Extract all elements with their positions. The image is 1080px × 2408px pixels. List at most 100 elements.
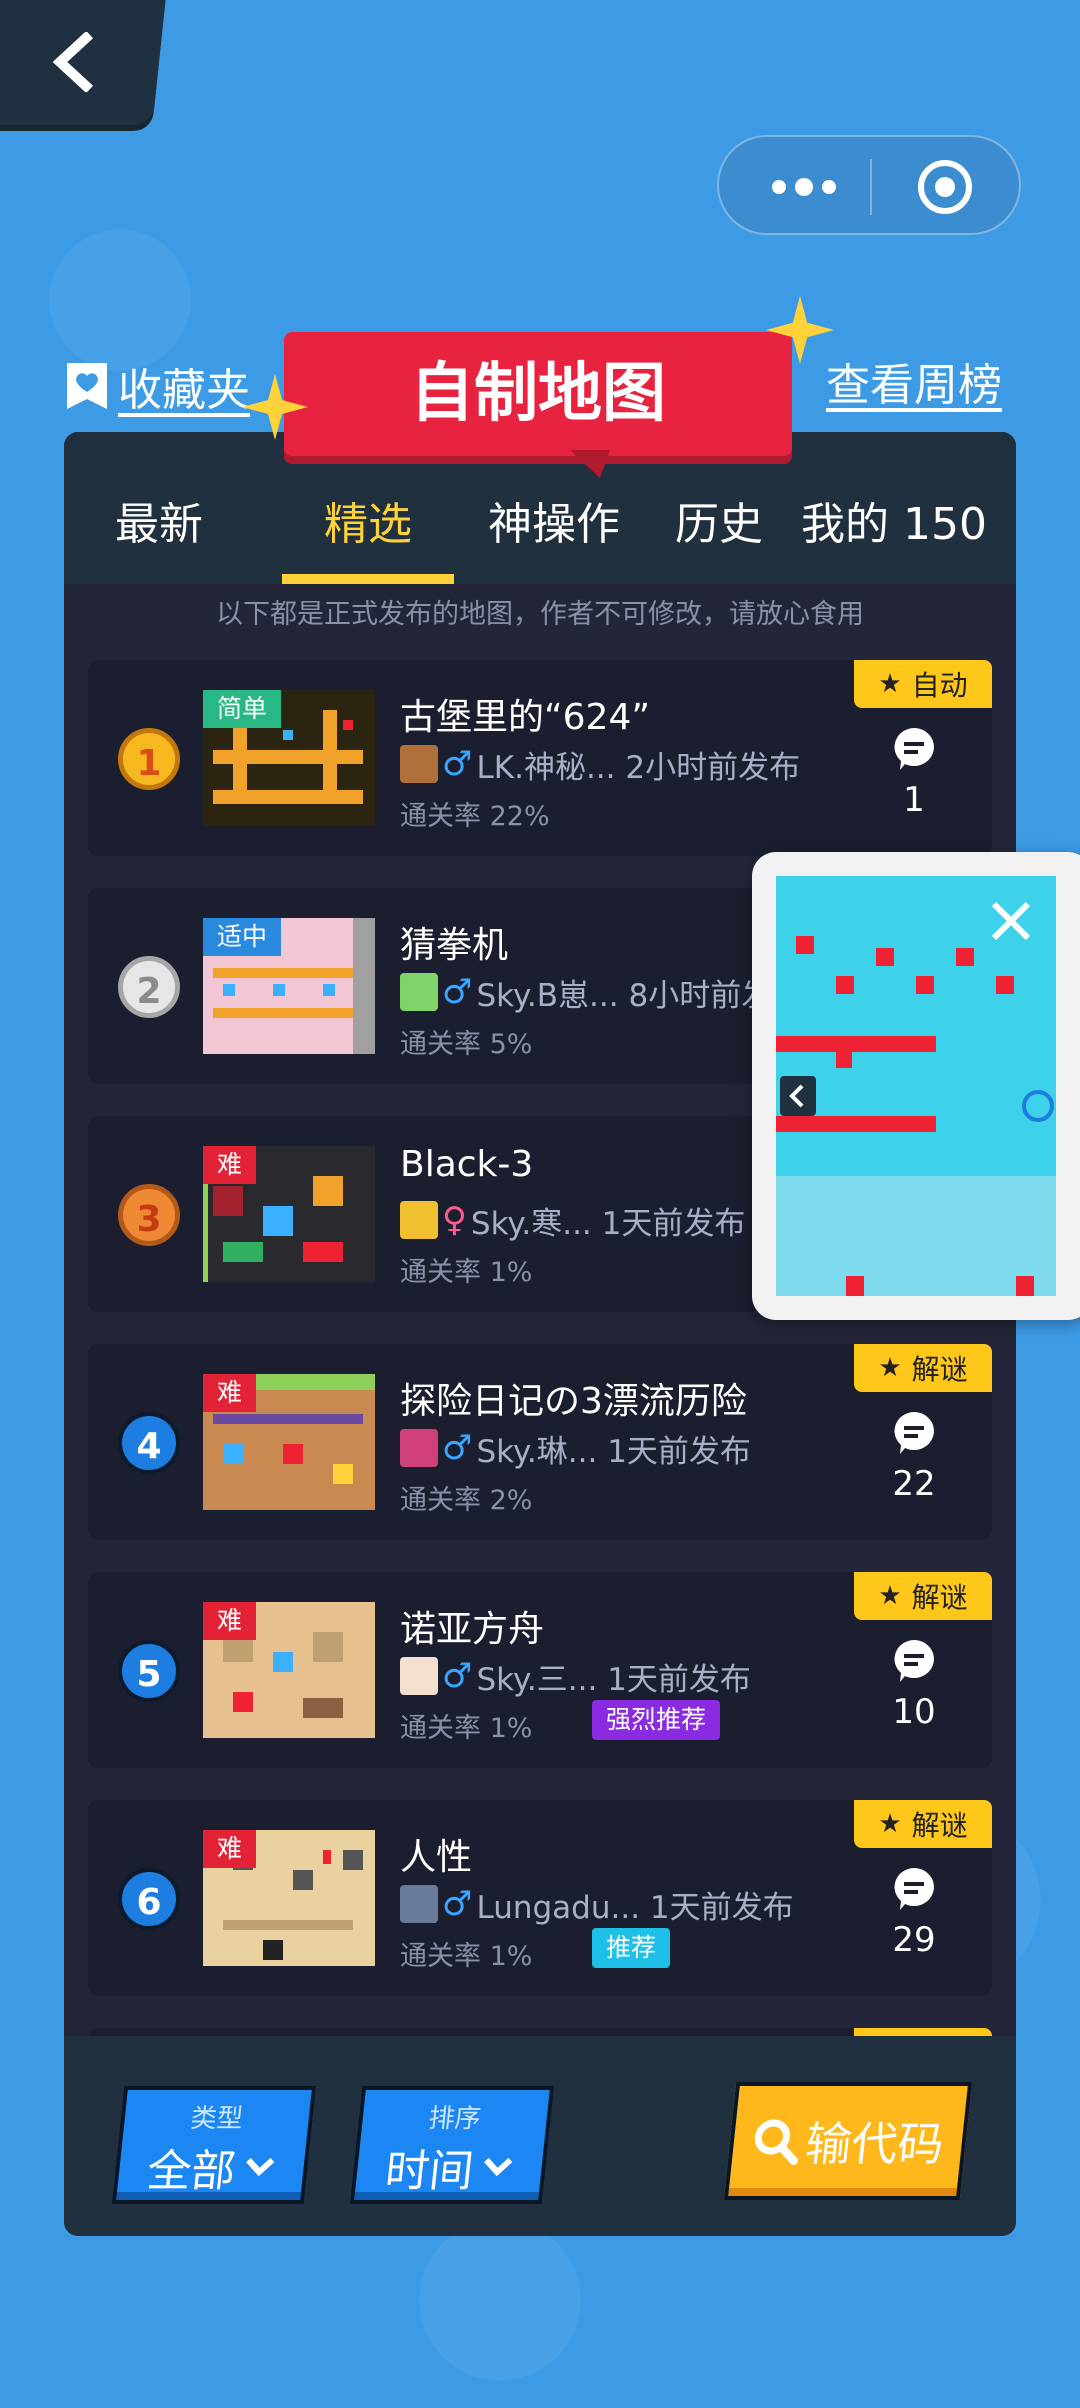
target-circle-icon[interactable] (915, 157, 975, 217)
type-filter-value: 全部 (144, 2146, 238, 2197)
author-info: LK.神秘... 2小时前发布 (476, 749, 801, 786)
map-title: 古堡里的“624” (400, 697, 651, 738)
star-icon: ★ (878, 1353, 902, 1383)
author-row: ♀ Sky.寒... 1天前发布 (400, 1198, 745, 1242)
enter-code-label: 输代码 (802, 2117, 947, 2171)
list-item[interactable]: 1 简单 古堡里的“624” ♂ LK.神秘... 2小时前发布 通关率 22%… (88, 660, 992, 856)
active-tab-indicator (282, 574, 454, 584)
rank-badge: 3 (118, 1184, 180, 1246)
close-icon[interactable] (986, 896, 1036, 946)
recommend-badge: 推荐 (592, 1928, 671, 1968)
male-icon: ♂ (442, 972, 473, 1012)
author-info: Sky.琳... 1天前发布 (476, 1433, 751, 1470)
map-title: 猜拳机 (400, 925, 509, 966)
preview-collapse-button[interactable] (780, 1076, 816, 1116)
rank-badge: 6 (118, 1868, 180, 1930)
author-info: Sky.寒... 1天前发布 (470, 1205, 746, 1242)
star-decoration-icon (766, 296, 834, 364)
chevron-down-icon (484, 2157, 513, 2177)
favorites-link[interactable]: 收藏夹 (64, 356, 250, 416)
recommend-badge: 强烈推荐 (592, 1700, 721, 1740)
male-icon: ♂ (442, 1428, 473, 1468)
male-icon: ♂ (442, 744, 473, 784)
notice-text: 以下都是正式发布的地图，作者不可修改，请放心食用 (216, 599, 864, 630)
tab-mine[interactable]: 我的 150 (784, 490, 1004, 560)
chevron-left-icon[interactable] (48, 32, 96, 92)
clear-rate: 通关率 5% (400, 1029, 533, 1060)
map-title: Black-3 (400, 1144, 534, 1185)
type-filter-button[interactable]: 类型 全部 (111, 2086, 317, 2204)
comment-count: 1 (903, 780, 925, 820)
clear-rate: 通关率 1% (400, 1941, 533, 1972)
heart-bookmark-icon (67, 363, 107, 409)
comment-bubble-icon[interactable] (892, 1866, 936, 1912)
sort-button[interactable]: 排序 时间 (349, 2086, 555, 2204)
tab-latest[interactable]: 最新 (84, 490, 234, 560)
category-label: 解谜 (911, 1353, 968, 1386)
clear-rate: 通关率 1% (400, 1257, 533, 1288)
rank-badge: 4 (118, 1412, 180, 1474)
map-thumbnail: 简单 (203, 690, 375, 826)
more-dots-icon[interactable] (759, 162, 849, 212)
avatar (400, 1201, 438, 1239)
list-item[interactable]: 5 难 诺亚方舟 ♂ Sky.三... 1天前发布 通关率 1% 强烈推荐 ★ … (88, 1572, 992, 1768)
comment-bubble-icon[interactable] (892, 1410, 936, 1456)
type-filter-label: 类型 (189, 2104, 245, 2134)
avatar (400, 1885, 438, 1923)
author-row: ♂ Lungadu... 1天前发布 (400, 1882, 794, 1926)
rank-badge: 2 (118, 956, 180, 1018)
tab-featured[interactable]: 精选 (282, 490, 454, 560)
favorites-label: 收藏夹 (118, 365, 250, 416)
category-label: 自动 (911, 669, 968, 702)
category-label: 解谜 (911, 1809, 968, 1842)
list-item[interactable]: 4 难 探险日记の3漂流历险 ♂ Sky.琳... 1天前发布 通关率 2% ★… (88, 1344, 992, 1540)
difficulty-badge: 难 (203, 1830, 257, 1868)
comment-count: 10 (892, 1692, 936, 1732)
rank-badge: 5 (118, 1640, 180, 1702)
comment-count: 29 (892, 1920, 936, 1960)
clear-rate: 通关率 1% (400, 1713, 533, 1744)
category-label: 解谜 (911, 1581, 968, 1614)
category-tag: ★ 解谜 (854, 1800, 992, 1848)
category-tag: ★ 解谜 (854, 1344, 992, 1392)
preview-screen (776, 876, 1056, 1296)
list-item[interactable]: 6 难 人性 ♂ Lungadu... 1天前发布 通关率 1% 推荐 ★ 解谜 (88, 1800, 992, 1996)
male-icon: ♂ (442, 1656, 473, 1696)
chevron-down-icon (246, 2157, 275, 2177)
star-decoration-icon (242, 374, 308, 440)
map-thumbnail: 难 (203, 1602, 375, 1738)
bottom-toolbar: 类型 全部 排序 时间 输代码 (64, 2036, 1016, 2236)
sort-value: 时间 (382, 2146, 476, 2197)
difficulty-badge: 难 (203, 1146, 257, 1184)
weekly-ranking-link[interactable]: 查看周榜 (826, 356, 1002, 416)
avatar (400, 973, 438, 1011)
chevron-left-icon (789, 1084, 804, 1108)
enter-code-button[interactable]: 输代码 (723, 2082, 973, 2200)
category-tag: ★ 自动 (854, 660, 992, 708)
female-icon: ♀ (442, 1200, 467, 1240)
map-list-panel: 最新 精选 神操作 历史 我的 150 以下都是正式发布的地图，作者不可修改，请… (64, 432, 1016, 2236)
comment-bubble-icon[interactable] (892, 726, 936, 772)
tab-history[interactable]: 历史 (654, 490, 784, 560)
male-icon: ♂ (442, 1884, 473, 1924)
avatar (400, 745, 438, 783)
tab-skill[interactable]: 神操作 (464, 490, 644, 560)
difficulty-badge: 难 (203, 1602, 257, 1640)
page-title: 自制地图 (284, 332, 792, 456)
search-icon (754, 2119, 798, 2165)
author-info: Sky.B崽... 8小时前发 (476, 977, 773, 1014)
sort-label: 排序 (427, 2104, 483, 2134)
capsule-divider (870, 159, 872, 215)
author-row: ♂ Sky.B崽... 8小时前发 (400, 970, 772, 1014)
map-title: 诺亚方舟 (400, 1609, 545, 1650)
difficulty-badge: 难 (203, 1374, 257, 1412)
star-icon: ★ (878, 1809, 902, 1839)
comment-bubble-icon[interactable] (892, 1638, 936, 1684)
miniprogram-capsule (717, 135, 1021, 235)
clear-rate: 通关率 2% (400, 1485, 533, 1516)
clear-rate: 通关率 22% (400, 801, 550, 832)
floating-preview-window[interactable] (752, 852, 1080, 1320)
avatar (400, 1429, 438, 1467)
category-tag: ★ 解谜 (854, 1572, 992, 1620)
comment-count: 22 (892, 1464, 936, 1504)
